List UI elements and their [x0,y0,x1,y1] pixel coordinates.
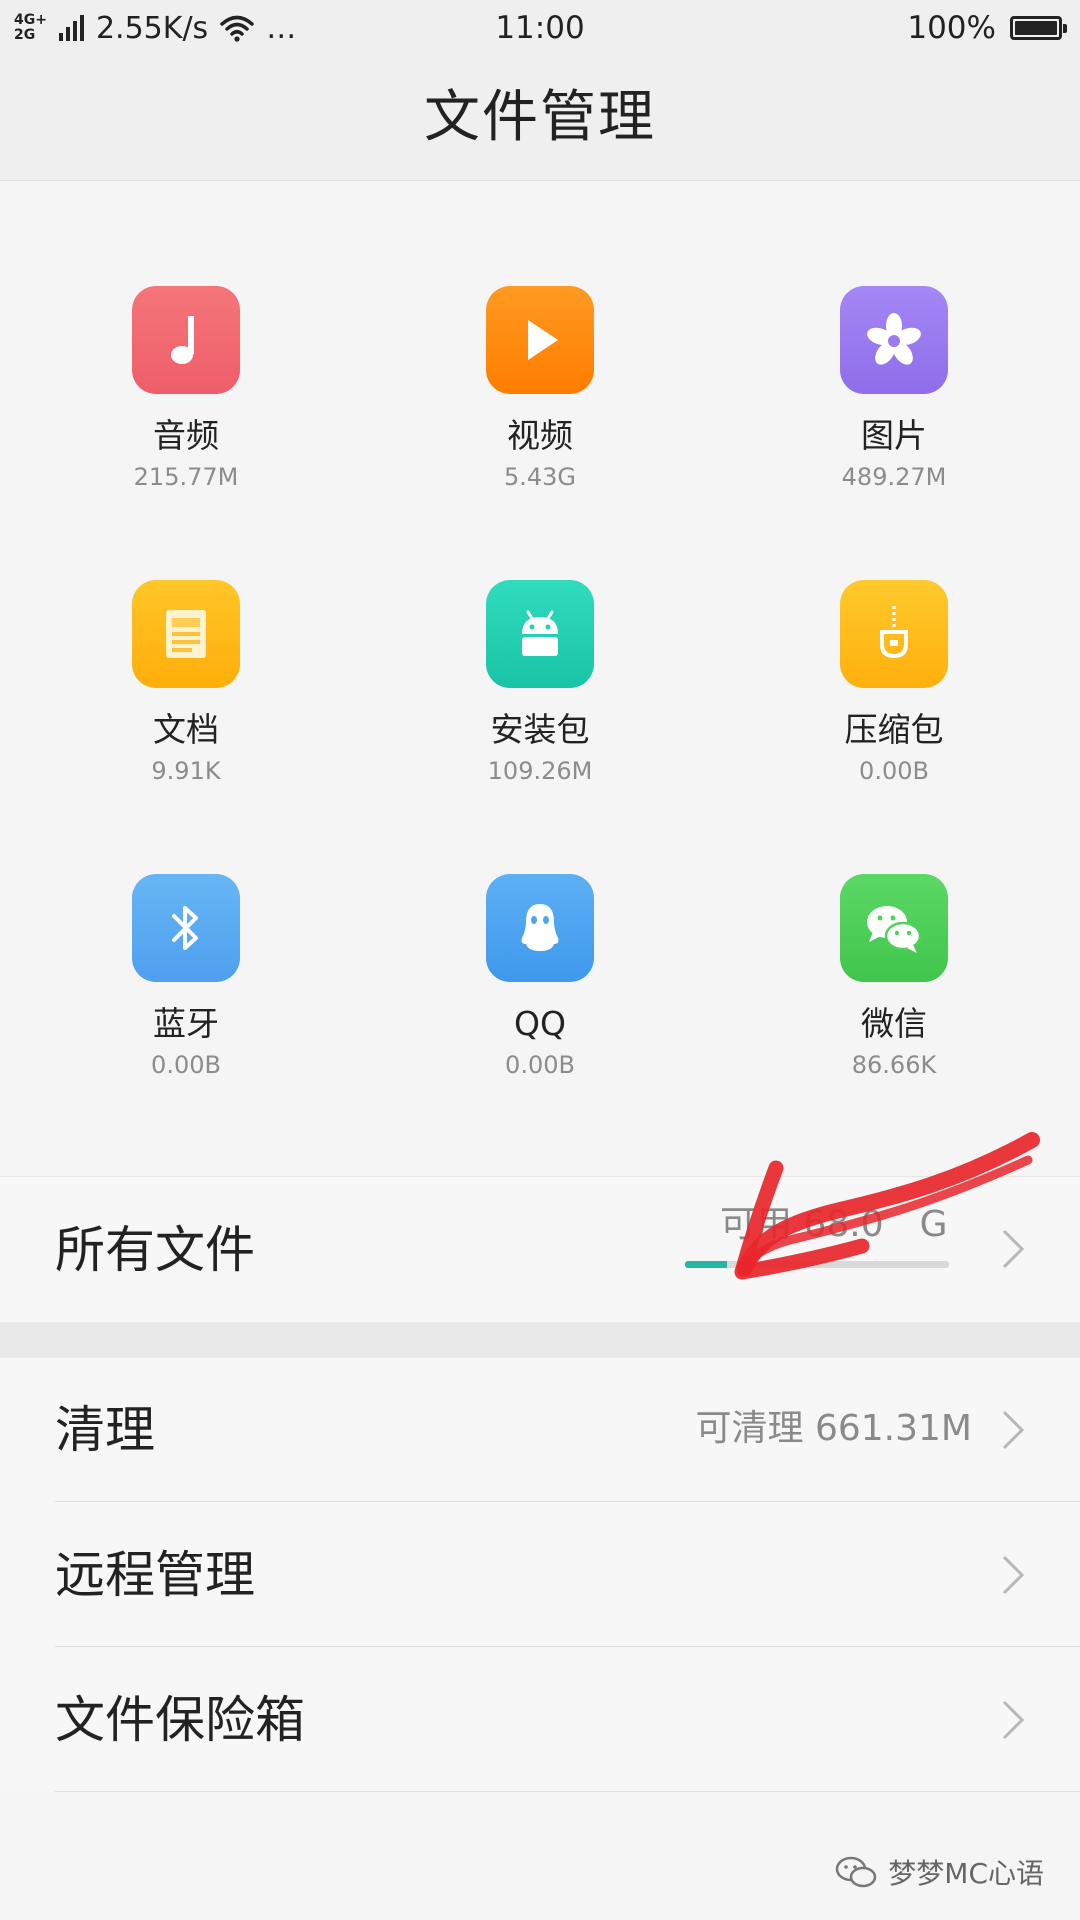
category-bluetooth[interactable]: 蓝牙 0.00B [36,874,336,1080]
watermark: 梦梦MC心语 [834,1852,1044,1892]
title-bar: 文件管理 [0,56,1080,181]
page-title: 文件管理 [424,85,656,150]
all-files-label: 所有文件 [55,1221,255,1279]
music-note-icon [132,286,240,394]
zip-icon [840,580,948,688]
category-name: 压缩包 [844,710,944,749]
category-name: 安装包 [490,710,590,749]
chevron-right-icon [1002,1229,1025,1269]
chevron-right-icon [1002,1555,1025,1595]
divider [55,1791,1080,1792]
category-name: QQ [514,1004,566,1043]
category-name: 微信 [861,1004,927,1043]
category-size: 0.00B [859,757,929,785]
chevron-right-icon [1002,1410,1025,1450]
list-item-label: 远程管理 [55,1546,255,1604]
wechat-icon [840,874,948,982]
section-gap [0,1322,1080,1358]
category-size: 0.00B [505,1051,575,1079]
category-name: 蓝牙 [153,1004,219,1043]
watermark-text: 梦梦MC心语 [888,1857,1044,1890]
category-audio[interactable]: 音频 215.77M [36,286,336,492]
list-item-label: 清理 [55,1401,155,1459]
category-size: 5.43G [503,463,577,491]
qq-penguin-icon [486,874,594,982]
flower-icon [840,286,948,394]
all-files-row[interactable]: 所有文件 可用 68.0 G [0,1176,1080,1323]
battery-icon [1010,16,1067,40]
document-icon [132,580,240,688]
storage-progress-bar [685,1261,949,1268]
battery-percent: 100% [907,10,996,46]
category-images[interactable]: 图片 489.27M [744,286,1044,492]
category-size: 86.66K [851,1051,937,1079]
available-storage: 可用 68.0 G [720,1203,948,1247]
category-qq[interactable]: QQ 0.00B [390,874,690,1080]
category-size: 215.77M [133,463,239,491]
list-item-value: 可清理 661.31M [695,1408,972,1449]
divider [55,1501,1080,1502]
list-item-clean[interactable]: 清理 可清理 661.31M [0,1358,1080,1502]
category-name: 图片 [861,416,927,455]
chevron-right-icon [1002,1700,1025,1740]
list-item-remote-management[interactable]: 远程管理 [0,1503,1080,1647]
divider [55,1646,1080,1647]
available-storage-tail: G [919,1204,948,1245]
play-icon [486,286,594,394]
category-archives[interactable]: 压缩包 0.00B [744,580,1044,786]
category-name: 音频 [153,416,219,455]
category-size: 109.26M [487,757,593,785]
category-apk[interactable]: 安装包 109.26M [390,580,690,786]
status-bar: 4G+ 2G 2.55K/s … 11:00 100% [0,0,1080,56]
storage-progress-fill [685,1261,728,1268]
bluetooth-icon [132,874,240,982]
category-name: 文档 [153,710,219,749]
tools-list: 清理 可清理 661.31M 远程管理 文件保险箱 [0,1358,1080,1792]
available-storage-text: 可用 68.0 [720,1204,884,1245]
category-wechat[interactable]: 微信 86.66K [744,874,1044,1080]
category-documents[interactable]: 文档 9.91K [36,580,336,786]
android-icon [486,580,594,688]
category-video[interactable]: 视频 5.43G [390,286,690,492]
status-right: 100% [907,6,1067,50]
category-name: 视频 [507,416,573,455]
wechat-official-account-icon [836,1856,877,1888]
list-item-file-vault[interactable]: 文件保险箱 [0,1648,1080,1792]
category-size: 0.00B [151,1051,221,1079]
category-size: 9.91K [151,757,221,785]
category-grid: 音频 215.77M 视频 5.43G 图片 489.27M 文档 9.91K … [0,180,1080,1176]
category-size: 489.27M [841,463,947,491]
list-item-label: 文件保险箱 [55,1691,305,1749]
